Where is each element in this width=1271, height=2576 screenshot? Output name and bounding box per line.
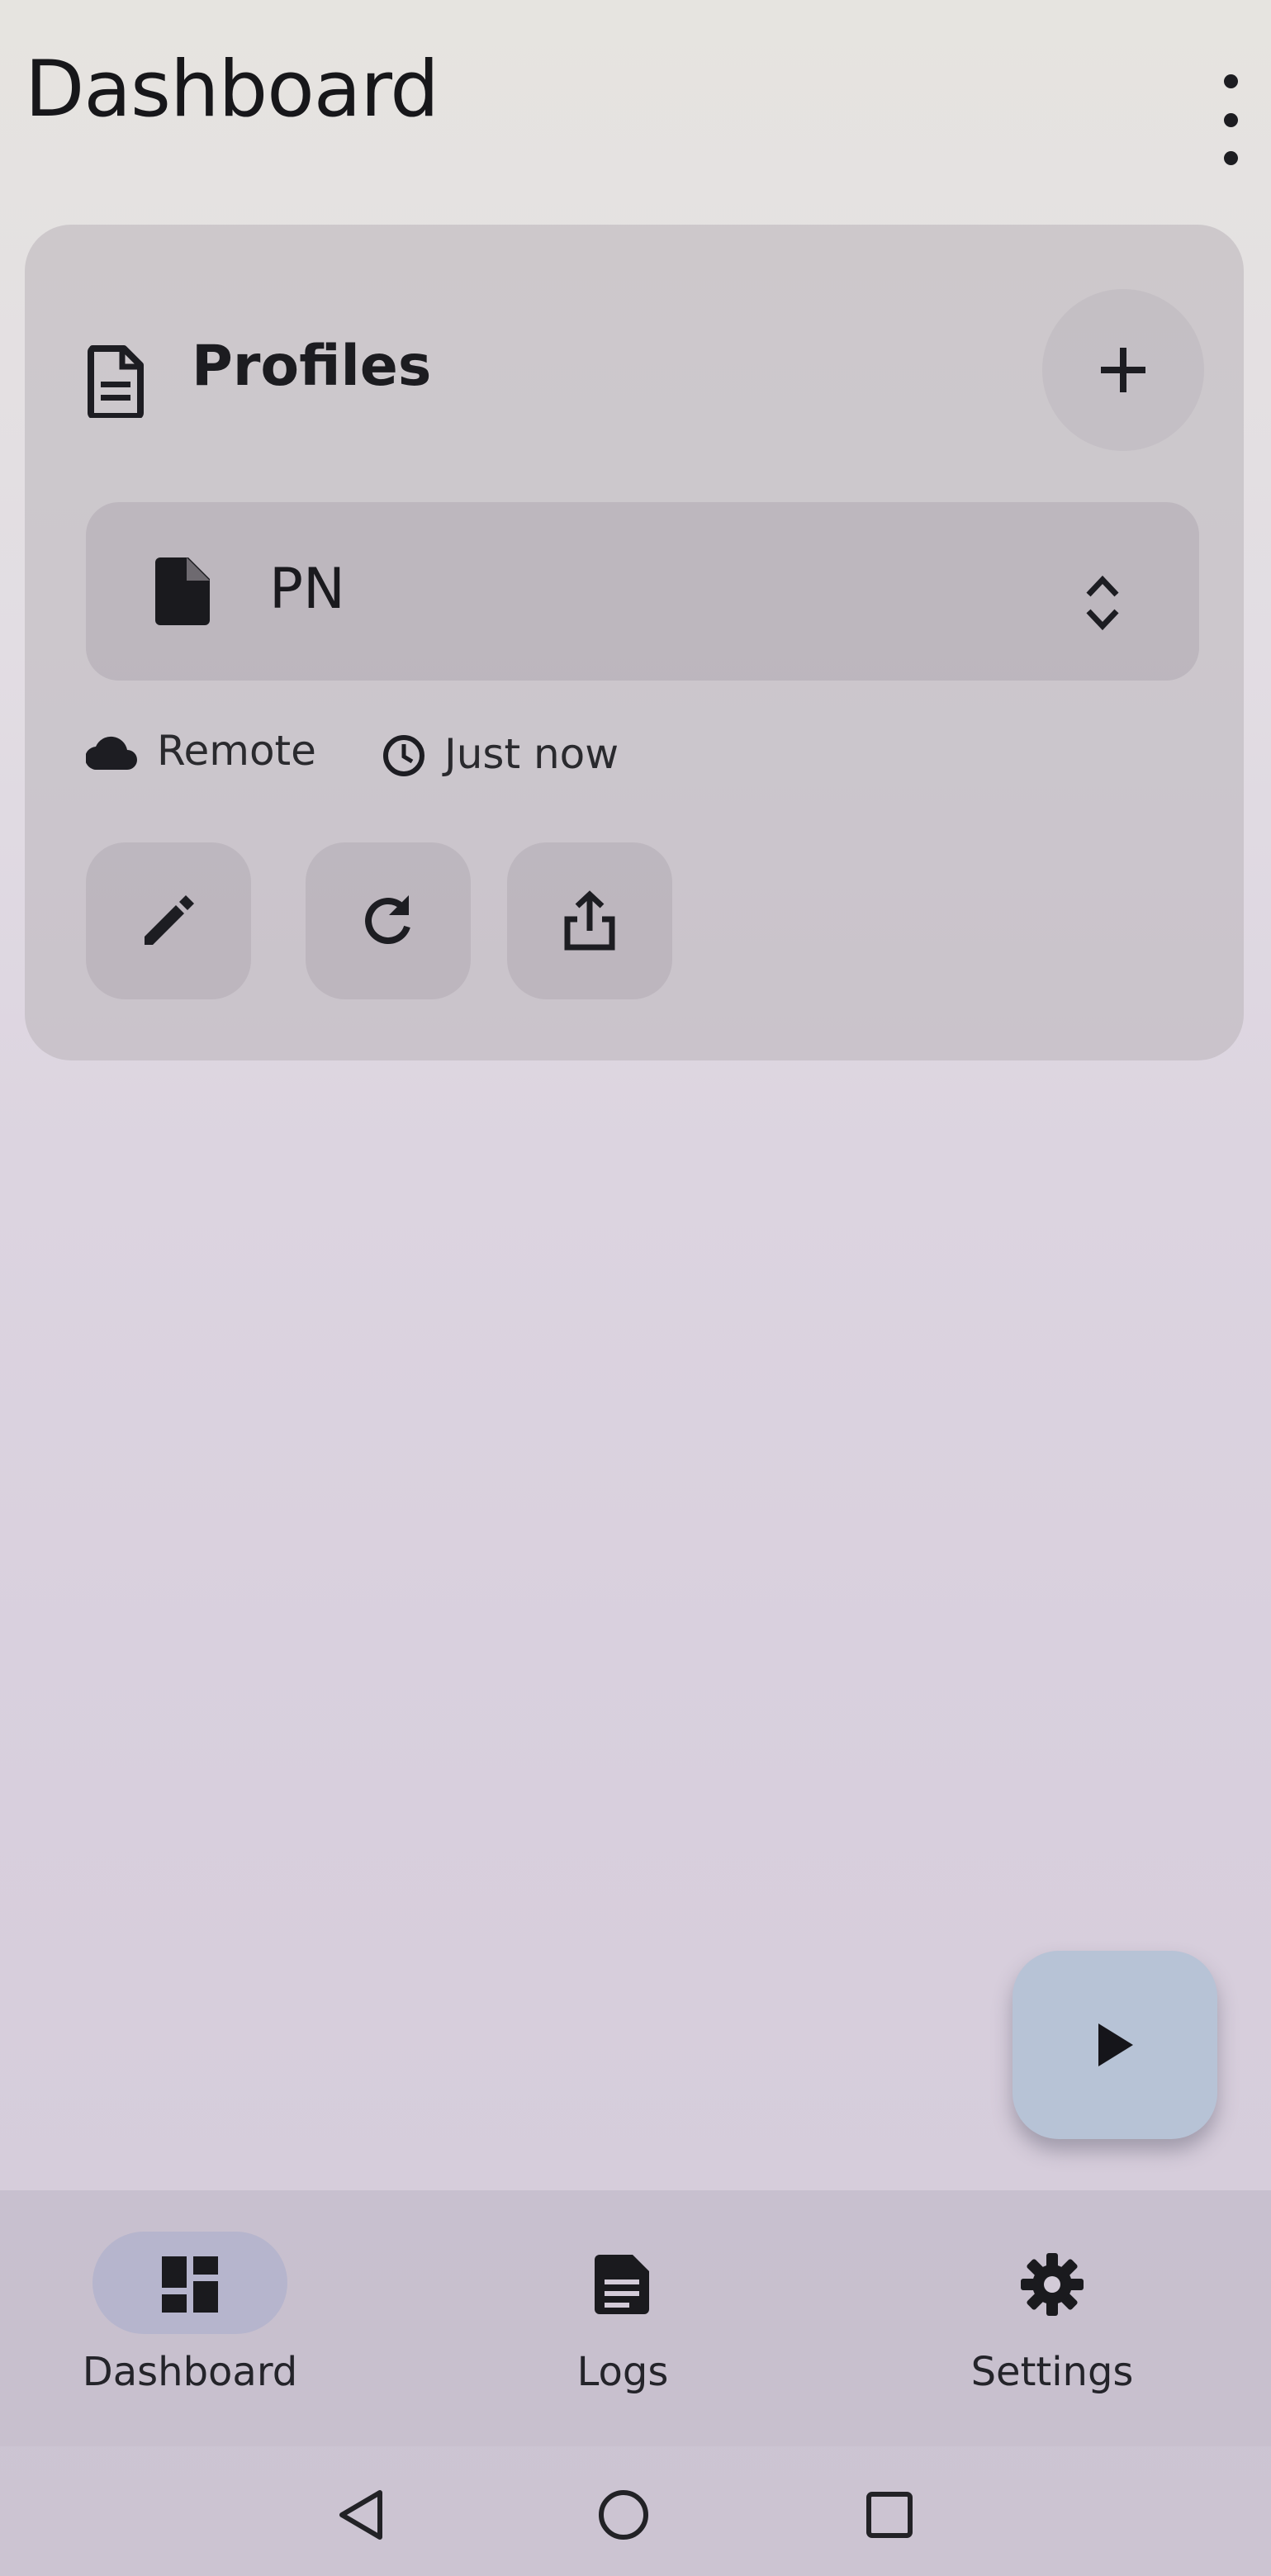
refresh-icon [365,895,410,944]
page-title: Dashboard [25,45,439,135]
nav-label-dashboard: Dashboard [82,2349,298,2395]
start-button[interactable] [1013,1951,1217,2139]
profile-source-label: Remote [157,727,316,775]
more-vert-icon-dot [1223,112,1238,127]
refresh-profile-button[interactable] [306,842,471,999]
nav-label-logs: Logs [576,2349,669,2395]
play-icon [1098,2023,1133,2066]
share-icon [564,890,615,951]
description-icon [88,345,144,418]
recents-icon[interactable] [861,2486,918,2544]
more-vert-icon-dot [1223,151,1238,165]
add-profile-button[interactable] [1042,289,1204,451]
nav-item-settings[interactable]: Settings [920,2213,1184,2403]
gear-icon [1021,2253,1084,2316]
selected-profile-name: PN [269,557,345,622]
logs-icon [595,2255,649,2314]
file-icon [155,557,210,625]
edit-icon [145,895,194,945]
edit-profile-button[interactable] [86,842,251,999]
more-options-button[interactable] [1202,74,1259,165]
plus-icon [1101,348,1145,392]
cloud-icon [86,736,137,770]
nav-item-logs[interactable]: Logs [491,2213,755,2403]
back-icon[interactable] [334,2486,391,2544]
profiles-title: Profiles [192,334,432,399]
profile-selector[interactable] [86,502,1199,681]
more-vert-icon [1223,74,1238,88]
unfold-more-icon [1086,575,1119,631]
clock-icon [383,735,424,776]
nav-label-settings: Settings [970,2349,1134,2395]
home-icon[interactable] [595,2486,652,2544]
nav-item-dashboard[interactable]: Dashboard [58,2213,322,2403]
dashboard-icon [162,2256,218,2313]
share-profile-button[interactable] [507,842,672,999]
profile-updated-label: Just now [444,730,619,778]
